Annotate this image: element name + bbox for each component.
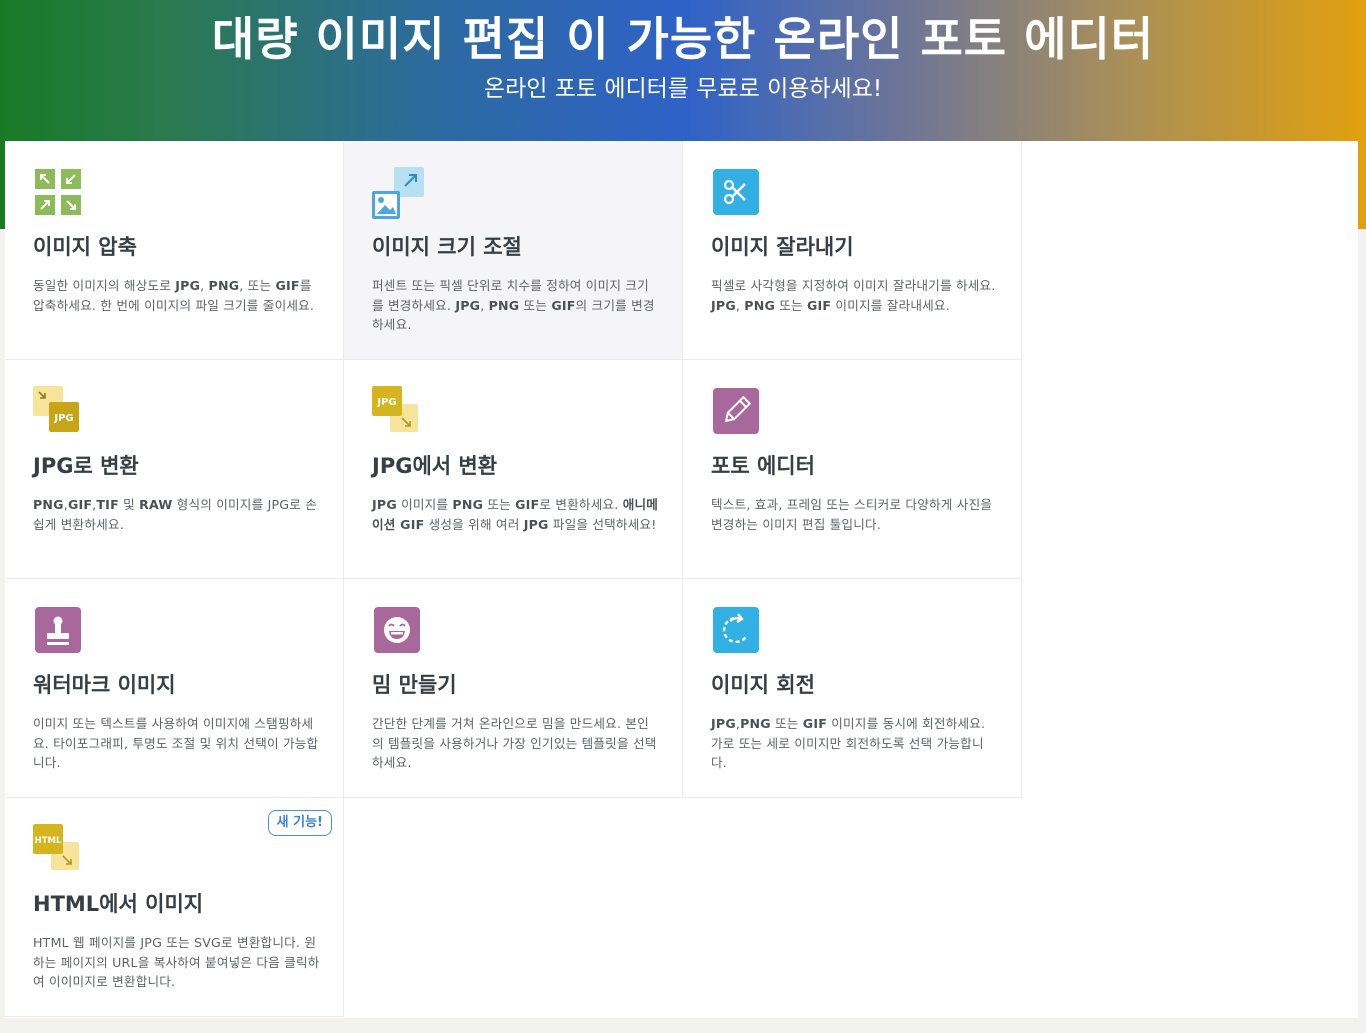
svg-text:HTML: HTML bbox=[35, 836, 62, 846]
tool-card-from-jpg[interactable]: JPG JPG에서 변환 JPG 이미지를 PNG 또는 GIF로 변환하세요. … bbox=[344, 360, 683, 579]
tool-title: 밈 만들기 bbox=[372, 673, 457, 697]
tool-description: HTML 웹 페이지를 JPG 또는 SVG로 변환합니다. 원하는 페이지의 … bbox=[33, 935, 320, 989]
convert-to-jpg-icon: JPG bbox=[33, 386, 83, 436]
tool-card-to-jpg[interactable]: JPG JPG로 변환 PNG,GIF,TIF 및 RAW 형식의 이미지를 JP… bbox=[5, 360, 344, 579]
page-subtitle: 온라인 포토 에디터를 무료로 이용하세요! bbox=[483, 76, 883, 102]
resize-icon bbox=[372, 167, 424, 219]
tool-title: JPG에서 변환 bbox=[372, 454, 498, 478]
tool-card-meme[interactable]: 밈 만들기간단한 단계를 거쳐 온라인으로 밈을 만드세요. 본인의 템플릿을 … bbox=[344, 579, 683, 798]
tool-title: 이미지 잘라내기 bbox=[711, 235, 854, 259]
tool-title: 이미지 회전 bbox=[711, 673, 815, 697]
tool-description: 픽셀로 사각형을 지정하여 이미지 잘라내기를 하세요. JPG, PNG 또는… bbox=[711, 278, 996, 313]
tool-description: 간단한 단계를 거쳐 온라인으로 밈을 만드세요. 본인의 템플릿을 사용하거나… bbox=[372, 716, 657, 770]
tool-description: 동일한 이미지의 해상도로 JPG, PNG, 또는 GIF를 압축하세요. 한… bbox=[33, 278, 315, 313]
scissors-icon bbox=[711, 167, 761, 217]
svg-text:JPG: JPG bbox=[53, 413, 73, 424]
compress-icon bbox=[33, 167, 83, 217]
tool-description: 퍼센트 또는 픽셀 단위로 치수를 정하여 이미지 크기를 변경하세요. JPG… bbox=[372, 278, 655, 332]
tool-card-crop[interactable]: 이미지 잘라내기픽셀로 사각형을 지정하여 이미지 잘라내기를 하세요. JPG… bbox=[683, 141, 1022, 360]
tool-card-watermark[interactable]: 워터마크 이미지이미지 또는 텍스트를 사용하여 이미지에 스탬핑하세요. 타이… bbox=[5, 579, 344, 798]
tool-title: JPG로 변환 bbox=[33, 454, 139, 478]
new-feature-badge: 새 기능! bbox=[267, 810, 332, 836]
tool-title: 워터마크 이미지 bbox=[33, 673, 176, 697]
tool-card-compress[interactable]: 이미지 압축동일한 이미지의 해상도로 JPG, PNG, 또는 GIF를 압축… bbox=[5, 141, 344, 360]
page-title: 대량 이미지 편집 이 가능한 온라인 포토 에디터 bbox=[211, 12, 1155, 66]
tool-card-html-to-image[interactable]: HTML HTML에서 이미지 HTML 웹 페이지를 JPG 또는 SVG로 변… bbox=[5, 798, 344, 1017]
tool-card-rotate[interactable]: 이미지 회전 JPG,PNG 또는 GIF 이미지를 동시에 회전하세요. 가로 … bbox=[683, 579, 1022, 798]
tool-description: 텍스트, 효과, 프레임 또는 스티커로 다양하게 사진을 변경하는 이미지 편… bbox=[711, 497, 993, 532]
tool-title: 포토 에디터 bbox=[711, 454, 815, 478]
tool-description: JPG,PNG 또는 GIF 이미지를 동시에 회전하세요. 가로 또는 세로 … bbox=[711, 716, 986, 770]
laugh-face-icon bbox=[372, 605, 422, 655]
svg-text:JPG: JPG bbox=[376, 397, 396, 408]
tool-title: 이미지 크기 조절 bbox=[372, 235, 522, 259]
tool-title: HTML에서 이미지 bbox=[33, 892, 204, 916]
stamp-icon bbox=[33, 605, 83, 655]
convert-from-jpg-icon: JPG bbox=[372, 386, 422, 436]
tool-title: 이미지 압축 bbox=[33, 235, 137, 259]
html-convert-icon: HTML bbox=[33, 824, 83, 874]
tool-description: PNG,GIF,TIF 및 RAW 형식의 이미지를 JPG로 손쉽게 변환하세… bbox=[33, 497, 318, 532]
rotate-icon bbox=[711, 605, 761, 655]
pencil-icon bbox=[711, 386, 761, 436]
tool-description: 이미지 또는 텍스트를 사용하여 이미지에 스탬핑하세요. 타이포그래피, 투명… bbox=[33, 716, 319, 770]
tool-card-resize[interactable]: 이미지 크기 조절퍼센트 또는 픽셀 단위로 치수를 정하여 이미지 크기를 변… bbox=[344, 141, 683, 360]
tools-panel: 이미지 압축동일한 이미지의 해상도로 JPG, PNG, 또는 GIF를 압축… bbox=[5, 141, 1358, 1018]
tool-description: JPG 이미지를 PNG 또는 GIF로 변환하세요. 애니메이션 GIF 생성… bbox=[372, 497, 659, 532]
tool-card-editor[interactable]: 포토 에디터텍스트, 효과, 프레임 또는 스티커로 다양하게 사진을 변경하는… bbox=[683, 360, 1022, 579]
